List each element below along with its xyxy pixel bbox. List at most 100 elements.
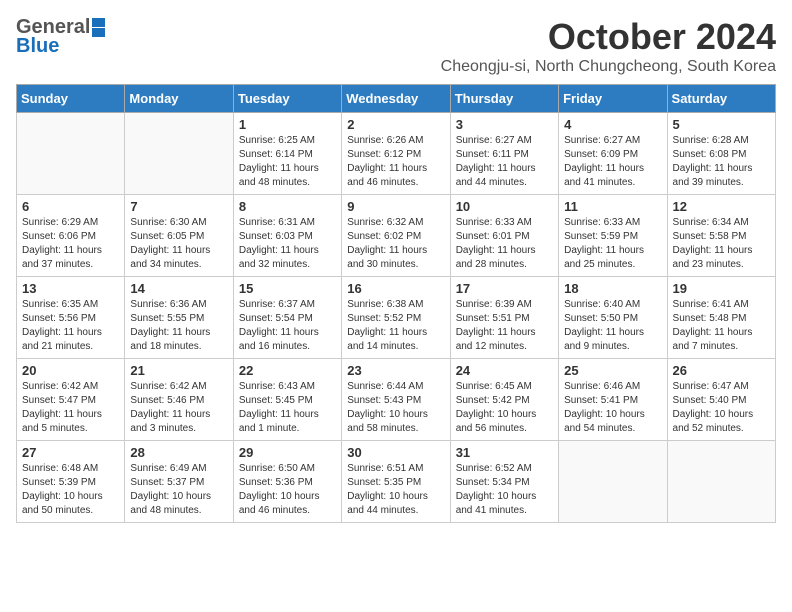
calendar-cell: 29 Sunrise: 6:50 AM Sunset: 5:36 PM Dayli… <box>233 441 341 523</box>
calendar-cell <box>667 441 775 523</box>
location-title: Cheongju-si, North Chungcheong, South Ko… <box>441 58 776 76</box>
calendar-cell <box>17 113 125 195</box>
month-title: October 2024 <box>441 16 776 58</box>
day-info: Sunrise: 6:42 AM Sunset: 5:46 PM Dayligh… <box>130 380 227 436</box>
calendar-cell: 13Sunrise: 6:35 AM Sunset: 5:56 PM Dayli… <box>17 277 125 359</box>
weekday-header-monday: Monday <box>125 85 233 113</box>
day-info: Sunrise: 6:51 AM Sunset: 5:35 PM Dayligh… <box>347 462 444 518</box>
day-number: 3 <box>456 117 553 132</box>
day-number: 23 <box>347 363 444 378</box>
day-number: 9 <box>347 199 444 214</box>
day-info: Sunrise: 6:32 AM Sunset: 6:02 PM Dayligh… <box>347 216 444 272</box>
calendar-cell: 31 Sunrise: 6:52 AM Sunset: 5:34 PM Dayli… <box>450 441 558 523</box>
calendar-cell: 3Sunrise: 6:27 AM Sunset: 6:11 PM Daylig… <box>450 113 558 195</box>
calendar-cell: 7 Sunrise: 6:30 AM Sunset: 6:05 PM Daylig… <box>125 195 233 277</box>
day-info: Sunrise: 6:26 AM Sunset: 6:12 PM Dayligh… <box>347 134 444 190</box>
calendar-cell: 2Sunrise: 6:26 AM Sunset: 6:12 PM Daylig… <box>342 113 450 195</box>
day-number: 15 <box>239 281 336 296</box>
day-number: 25 <box>564 363 661 378</box>
calendar-cell: 21 Sunrise: 6:42 AM Sunset: 5:46 PM Dayli… <box>125 359 233 441</box>
weekday-header-wednesday: Wednesday <box>342 85 450 113</box>
day-number: 14 <box>130 281 227 296</box>
calendar-cell: 4 Sunrise: 6:27 AM Sunset: 6:09 PM Daylig… <box>559 113 667 195</box>
day-number: 6 <box>22 199 119 214</box>
calendar-cell: 11Sunrise: 6:33 AM Sunset: 5:59 PM Dayli… <box>559 195 667 277</box>
day-number: 27 <box>22 445 119 460</box>
calendar-cell: 9 Sunrise: 6:32 AM Sunset: 6:02 PM Daylig… <box>342 195 450 277</box>
calendar-cell: 22 Sunrise: 6:43 AM Sunset: 5:45 PM Dayli… <box>233 359 341 441</box>
day-number: 16 <box>347 281 444 296</box>
title-area: October 2024 Cheongju-si, North Chungche… <box>441 16 776 76</box>
day-info: Sunrise: 6:33 AM Sunset: 5:59 PM Dayligh… <box>564 216 661 272</box>
day-info: Sunrise: 6:52 AM Sunset: 5:34 PM Dayligh… <box>456 462 553 518</box>
day-number: 31 <box>456 445 553 460</box>
calendar-cell: 14 Sunrise: 6:36 AM Sunset: 5:55 PM Dayli… <box>125 277 233 359</box>
calendar-cell: 1 Sunrise: 6:25 AM Sunset: 6:14 PM Daylig… <box>233 113 341 195</box>
calendar-cell: 25 Sunrise: 6:46 AM Sunset: 5:41 PM Dayli… <box>559 359 667 441</box>
day-info: Sunrise: 6:39 AM Sunset: 5:51 PM Dayligh… <box>456 298 553 354</box>
day-info: Sunrise: 6:46 AM Sunset: 5:41 PM Dayligh… <box>564 380 661 436</box>
day-number: 7 <box>130 199 227 214</box>
day-info: Sunrise: 6:50 AM Sunset: 5:36 PM Dayligh… <box>239 462 336 518</box>
calendar-cell: 18Sunrise: 6:40 AM Sunset: 5:50 PM Dayli… <box>559 277 667 359</box>
calendar-cell: 20 Sunrise: 6:42 AM Sunset: 5:47 PM Dayli… <box>17 359 125 441</box>
day-info: Sunrise: 6:35 AM Sunset: 5:56 PM Dayligh… <box>22 298 119 354</box>
day-info: Sunrise: 6:28 AM Sunset: 6:08 PM Dayligh… <box>673 134 770 190</box>
day-number: 24 <box>456 363 553 378</box>
day-info: Sunrise: 6:41 AM Sunset: 5:48 PM Dayligh… <box>673 298 770 354</box>
calendar-cell: 10 Sunrise: 6:33 AM Sunset: 6:01 PM Dayli… <box>450 195 558 277</box>
day-number: 26 <box>673 363 770 378</box>
calendar-cell: 5 Sunrise: 6:28 AM Sunset: 6:08 PM Daylig… <box>667 113 775 195</box>
day-number: 22 <box>239 363 336 378</box>
weekday-header-friday: Friday <box>559 85 667 113</box>
day-info: Sunrise: 6:36 AM Sunset: 5:55 PM Dayligh… <box>130 298 227 354</box>
weekday-header-saturday: Saturday <box>667 85 775 113</box>
day-info: Sunrise: 6:42 AM Sunset: 5:47 PM Dayligh… <box>22 380 119 436</box>
day-info: Sunrise: 6:44 AM Sunset: 5:43 PM Dayligh… <box>347 380 444 436</box>
calendar-cell: 23 Sunrise: 6:44 AM Sunset: 5:43 PM Dayli… <box>342 359 450 441</box>
calendar-cell: 27 Sunrise: 6:48 AM Sunset: 5:39 PM Dayli… <box>17 441 125 523</box>
weekday-header-thursday: Thursday <box>450 85 558 113</box>
day-info: Sunrise: 6:27 AM Sunset: 6:09 PM Dayligh… <box>564 134 661 190</box>
day-number: 1 <box>239 117 336 132</box>
day-info: Sunrise: 6:31 AM Sunset: 6:03 PM Dayligh… <box>239 216 336 272</box>
weekday-header-sunday: Sunday <box>17 85 125 113</box>
day-number: 19 <box>673 281 770 296</box>
day-number: 10 <box>456 199 553 214</box>
weekday-header-tuesday: Tuesday <box>233 85 341 113</box>
calendar-cell: 19 Sunrise: 6:41 AM Sunset: 5:48 PM Dayli… <box>667 277 775 359</box>
day-info: Sunrise: 6:33 AM Sunset: 6:01 PM Dayligh… <box>456 216 553 272</box>
day-number: 5 <box>673 117 770 132</box>
page-header: General Blue October 2024 Cheongju-si, N… <box>16 16 776 76</box>
day-number: 8 <box>239 199 336 214</box>
calendar-cell <box>125 113 233 195</box>
day-info: Sunrise: 6:49 AM Sunset: 5:37 PM Dayligh… <box>130 462 227 518</box>
day-info: Sunrise: 6:29 AM Sunset: 6:06 PM Dayligh… <box>22 216 119 272</box>
day-info: Sunrise: 6:45 AM Sunset: 5:42 PM Dayligh… <box>456 380 553 436</box>
day-number: 12 <box>673 199 770 214</box>
day-info: Sunrise: 6:38 AM Sunset: 5:52 PM Dayligh… <box>347 298 444 354</box>
day-info: Sunrise: 6:34 AM Sunset: 5:58 PM Dayligh… <box>673 216 770 272</box>
calendar-cell: 28 Sunrise: 6:49 AM Sunset: 5:37 PM Dayli… <box>125 441 233 523</box>
day-number: 28 <box>130 445 227 460</box>
calendar-cell: 26 Sunrise: 6:47 AM Sunset: 5:40 PM Dayli… <box>667 359 775 441</box>
day-info: Sunrise: 6:25 AM Sunset: 6:14 PM Dayligh… <box>239 134 336 190</box>
day-number: 21 <box>130 363 227 378</box>
day-info: Sunrise: 6:30 AM Sunset: 6:05 PM Dayligh… <box>130 216 227 272</box>
day-number: 18 <box>564 281 661 296</box>
day-number: 20 <box>22 363 119 378</box>
day-info: Sunrise: 6:48 AM Sunset: 5:39 PM Dayligh… <box>22 462 119 518</box>
calendar-cell: 8 Sunrise: 6:31 AM Sunset: 6:03 PM Daylig… <box>233 195 341 277</box>
calendar-cell: 17 Sunrise: 6:39 AM Sunset: 5:51 PM Dayli… <box>450 277 558 359</box>
calendar-cell: 16 Sunrise: 6:38 AM Sunset: 5:52 PM Dayli… <box>342 277 450 359</box>
day-number: 4 <box>564 117 661 132</box>
calendar-cell: 6 Sunrise: 6:29 AM Sunset: 6:06 PM Daylig… <box>17 195 125 277</box>
logo: General Blue <box>16 16 105 58</box>
day-info: Sunrise: 6:37 AM Sunset: 5:54 PM Dayligh… <box>239 298 336 354</box>
day-number: 17 <box>456 281 553 296</box>
day-info: Sunrise: 6:43 AM Sunset: 5:45 PM Dayligh… <box>239 380 336 436</box>
day-number: 30 <box>347 445 444 460</box>
calendar-table: SundayMondayTuesdayWednesdayThursdayFrid… <box>16 84 776 523</box>
day-info: Sunrise: 6:47 AM Sunset: 5:40 PM Dayligh… <box>673 380 770 436</box>
day-number: 29 <box>239 445 336 460</box>
